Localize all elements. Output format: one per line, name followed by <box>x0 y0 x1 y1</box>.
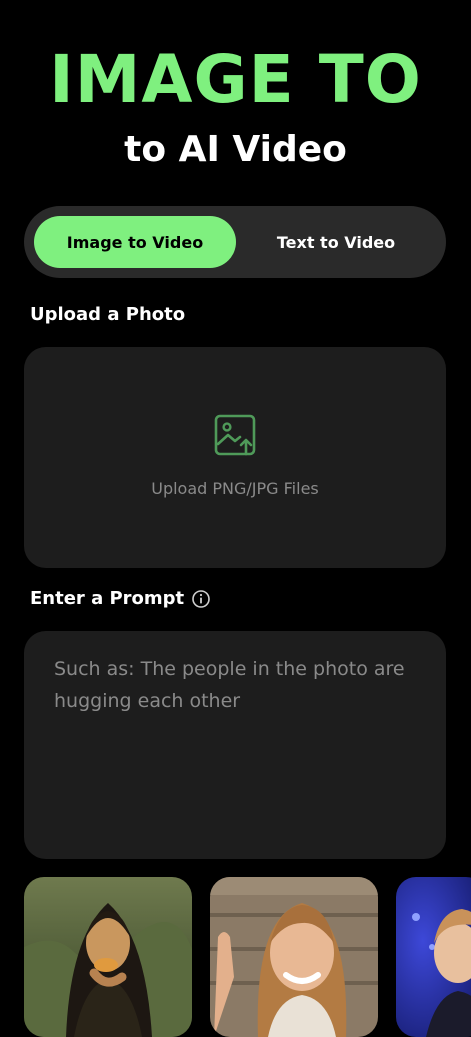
example-thumbnail-boy-stage[interactable] <box>396 877 471 1037</box>
prompt-section-label: Enter a Prompt <box>30 588 210 609</box>
upload-section-label: Upload a Photo <box>30 304 185 325</box>
mode-tab-switch: Image to Video Text to Video <box>24 206 446 278</box>
hero-title: IMAGE TO <box>49 41 422 118</box>
prompt-input[interactable] <box>54 653 416 837</box>
hero-subtitle: to AI Video <box>124 129 347 170</box>
example-thumbnail-girl-waving[interactable] <box>210 877 378 1037</box>
tab-image-to-video[interactable]: Image to Video <box>34 216 236 268</box>
example-thumbnail-mona-lisa[interactable] <box>24 877 192 1037</box>
upload-dropzone[interactable]: Upload PNG/JPG Files <box>24 347 446 568</box>
tab-text-to-video[interactable]: Text to Video <box>236 216 436 268</box>
info-icon[interactable] <box>192 589 210 608</box>
prompt-section-label-text: Enter a Prompt <box>30 588 185 609</box>
prompt-box <box>24 631 446 859</box>
image-upload-icon <box>213 413 257 457</box>
upload-hint-text: Upload PNG/JPG Files <box>151 479 319 498</box>
upload-section-label-text: Upload a Photo <box>30 304 186 325</box>
